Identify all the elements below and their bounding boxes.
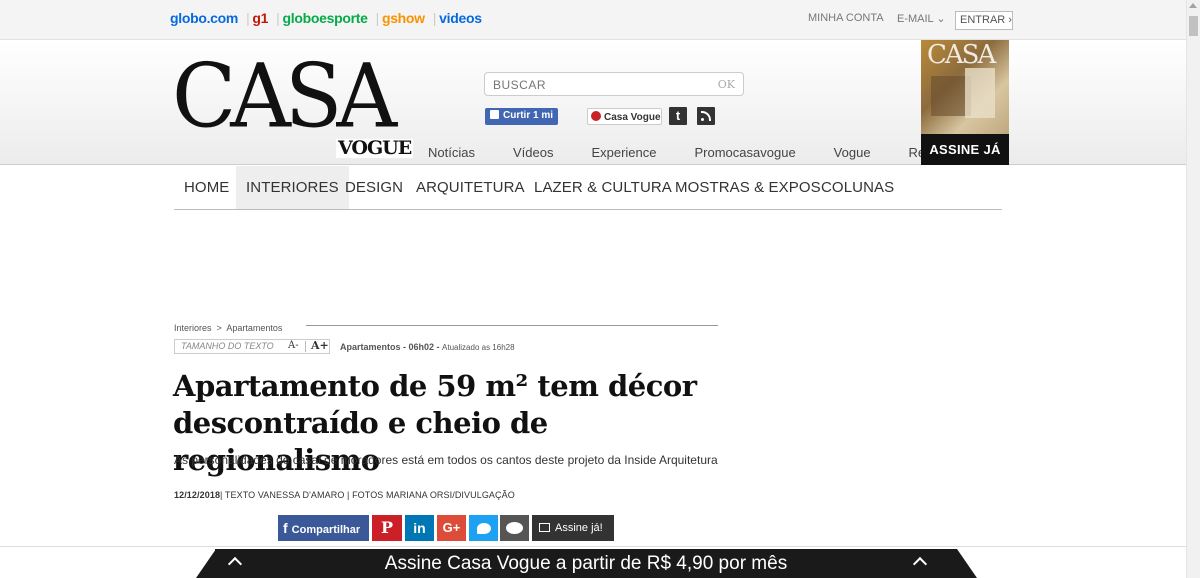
- google-plus-share-button[interactable]: G+: [437, 515, 466, 541]
- article-subtitle: As personalidades do casal de moradores …: [174, 453, 718, 467]
- casa-logo[interactable]: CASA: [172, 52, 397, 140]
- email-label: E-MAIL: [897, 13, 934, 25]
- twitter-icon[interactable]: t: [669, 107, 687, 125]
- nav-lazer-cultura[interactable]: LAZER & CULTURA: [534, 166, 672, 209]
- breadcrumb-apartamentos[interactable]: Apartamentos: [226, 323, 282, 333]
- divider: [0, 546, 1186, 547]
- linkedin-icon: in: [413, 520, 426, 536]
- breadcrumb-interiores[interactable]: Interiores: [174, 323, 212, 333]
- scroll-up-arrow-icon[interactable]: [1189, 3, 1197, 8]
- article-meta: Apartamentos - 06h02 - Atualizado as 16h…: [340, 342, 515, 352]
- search-input[interactable]: [493, 78, 693, 92]
- linkedin-share-button[interactable]: in: [405, 515, 434, 541]
- subscribe-banner[interactable]: Assine Casa Vogue a partir de R$ 4,90 po…: [215, 549, 957, 578]
- article-credits: 12/12/2018| TEXTO VANESSA D'AMARO | FOTO…: [174, 490, 515, 500]
- subnav-vogue[interactable]: Vogue: [834, 145, 871, 160]
- assine-share-label: Assine já!: [555, 522, 603, 534]
- divider: [305, 341, 306, 352]
- breadcrumb: Interiores > Apartamentos: [174, 323, 282, 333]
- breadcrumb-separator: >: [216, 323, 222, 333]
- article-updated: Atualizado as 16h28: [442, 343, 515, 352]
- scrollbar[interactable]: [1186, 0, 1200, 578]
- minha-conta-link[interactable]: MINHA CONTA: [808, 12, 884, 24]
- chevron-down-icon: ⌄: [936, 13, 946, 25]
- assine-share-button[interactable]: Assine já!: [532, 515, 614, 541]
- globo-network-links: globo.com | g1 | globoesporte | gshow | videos: [170, 10, 485, 26]
- subnav-experience[interactable]: Experience: [591, 145, 656, 160]
- google-plus-icon: G+: [442, 520, 461, 535]
- pinterest-icon: [591, 111, 601, 121]
- pinterest-share-button[interactable]: P: [372, 515, 402, 541]
- globo-top-bar: globo.com | g1 | globoesporte | gshow | videos M…: [0, 0, 1186, 40]
- divider: [306, 325, 718, 326]
- nav-mostras-expos[interactable]: MOSTRAS & EXPOS: [675, 166, 821, 209]
- text-increase-button[interactable]: A+: [311, 339, 329, 352]
- link-globo-com[interactable]: globo.com: [170, 10, 238, 26]
- nav-colunas[interactable]: COLUNAS: [821, 166, 894, 209]
- search-ok-button[interactable]: OK: [718, 78, 735, 91]
- cover-title: CASA: [927, 40, 996, 70]
- pinterest-follow-label: Casa Vogue: [604, 112, 661, 123]
- article-authors: | TEXTO VANESSA D'AMARO | FOTOS MARIANA …: [220, 490, 515, 500]
- comments-button[interactable]: [500, 515, 529, 541]
- divider: |: [432, 10, 437, 26]
- email-menu[interactable]: E-MAIL ⌄: [897, 12, 946, 25]
- subscribe-banner-text: Assine Casa Vogue a partir de R$ 4,90 po…: [384, 553, 788, 574]
- divider: |: [276, 10, 280, 26]
- divider: |: [375, 10, 380, 26]
- subnav-noticias[interactable]: Notícias: [428, 145, 475, 160]
- comment-bubble-icon: [506, 522, 523, 534]
- facebook-like-label: Curtir 1 mi: [503, 110, 554, 121]
- search-box: OK: [484, 72, 744, 96]
- rss-icon[interactable]: [697, 107, 715, 125]
- link-g1[interactable]: g1: [252, 10, 268, 26]
- facebook-share-button[interactable]: f Compartilhar: [278, 515, 369, 541]
- subnav-promocasavogue[interactable]: Promocasavogue: [695, 145, 796, 160]
- vogue-logo[interactable]: VOGUE: [336, 139, 414, 158]
- main-navigation: HOME INTERIORES DESIGN ARQUITETURA LAZER…: [174, 166, 1002, 210]
- header-subnav: Notícias Vídeos Experience Promocasavogue Vo…: [428, 145, 952, 160]
- page: globo.com | g1 | globoesporte | gshow | videos M…: [0, 0, 1200, 578]
- pinterest-icon: P: [380, 518, 394, 537]
- thumbs-up-icon: [490, 110, 499, 119]
- nav-design[interactable]: DESIGN: [345, 166, 403, 209]
- facebook-like-button[interactable]: Curtir 1 mi: [485, 108, 558, 125]
- nav-home[interactable]: HOME: [184, 166, 229, 209]
- text-size-label: TAMANHO DO TEXTO: [174, 339, 330, 354]
- nav-arquitetura[interactable]: ARQUITETURA: [416, 166, 525, 209]
- twitter-bird-icon: [477, 523, 491, 534]
- link-globoesporte[interactable]: globoesporte: [283, 10, 368, 26]
- article-date: 12/12/2018: [174, 490, 221, 500]
- pinterest-follow-button[interactable]: Casa Vogue: [587, 108, 662, 125]
- site-header: CASA VOGUE OK Curtir 1 mi Casa Vogue t N…: [0, 40, 1186, 165]
- assine-ja-button[interactable]: ASSINE JÁ: [921, 134, 1009, 165]
- divider: |: [246, 10, 250, 26]
- facebook-share-label: Compartilhar: [291, 524, 361, 536]
- link-videos[interactable]: videos: [439, 10, 482, 26]
- nav-interiores[interactable]: INTERIORES: [236, 166, 349, 209]
- link-gshow[interactable]: gshow: [382, 10, 425, 26]
- book-icon: [539, 523, 550, 532]
- facebook-icon: f: [283, 520, 288, 536]
- twitter-share-button[interactable]: [469, 515, 498, 541]
- magazine-cover-image[interactable]: CASA: [921, 40, 1009, 134]
- subnav-videos[interactable]: Vídeos: [513, 145, 553, 160]
- text-decrease-button[interactable]: A-: [288, 340, 299, 351]
- scrollbar-thumb[interactable]: [1189, 16, 1198, 36]
- entrar-button[interactable]: ENTRAR ›: [955, 11, 1013, 30]
- article-section-time: Apartamentos - 06h02 -: [340, 342, 440, 352]
